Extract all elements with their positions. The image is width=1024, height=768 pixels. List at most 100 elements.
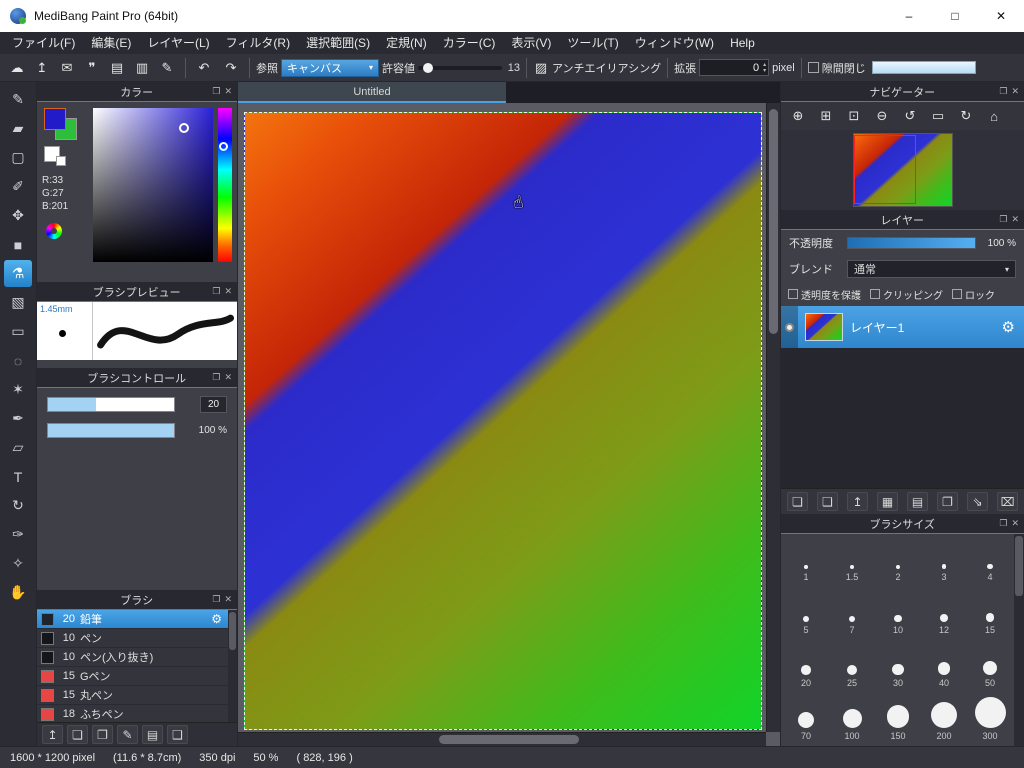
message-icon[interactable]: ❞ xyxy=(80,57,104,79)
brush-size-option[interactable]: 7 xyxy=(829,587,875,639)
brush-size-option[interactable]: 2 xyxy=(875,534,921,586)
brush-size-option[interactable]: 100 xyxy=(829,693,875,745)
duplicate-layer-icon[interactable]: ❑ xyxy=(817,492,838,511)
add-layer-icon[interactable]: ❏ xyxy=(787,492,808,511)
scrollbar-thumb[interactable] xyxy=(769,109,778,334)
pen-tool[interactable]: ✎ xyxy=(4,86,32,113)
brush-size-slider[interactable] xyxy=(47,397,175,412)
delete-layer-icon[interactable]: ⌧ xyxy=(997,492,1018,511)
copy-layer-icon[interactable]: ❐ xyxy=(937,492,958,511)
navigator-thumbnail[interactable] xyxy=(852,133,953,207)
brush-opacity-slider[interactable] xyxy=(47,423,175,438)
panel-close-icon[interactable]: ✕ xyxy=(224,372,232,383)
panel-close-icon[interactable]: ✕ xyxy=(1011,518,1019,529)
fill-shape-tool[interactable]: ■ xyxy=(4,231,32,258)
zoom-out-icon[interactable]: ⊖ xyxy=(869,104,895,128)
menu-filter[interactable]: フィルタ(R) xyxy=(218,32,298,54)
bucket-tool[interactable]: ⚗ xyxy=(4,260,32,287)
color-swatches[interactable] xyxy=(44,108,80,142)
reset-view-icon[interactable]: ⌂ xyxy=(981,104,1007,128)
gradient-tool[interactable]: ▧ xyxy=(4,289,32,316)
brush-size-option[interactable]: 20 xyxy=(783,640,829,692)
antialias-label[interactable]: アンチエイリアシング xyxy=(552,60,661,76)
rotate-ccw-icon[interactable]: ↺ xyxy=(897,104,923,128)
close-button[interactable]: ✕ xyxy=(978,0,1024,32)
select-tool[interactable]: ▭ xyxy=(4,318,32,345)
eyedropper-tool[interactable]: ✧ xyxy=(4,550,32,577)
panel-close-icon[interactable]: ✕ xyxy=(1011,86,1019,97)
brush-size-option[interactable]: 15 xyxy=(967,587,1013,639)
brush-size-value[interactable]: 20 xyxy=(200,396,227,413)
menu-edit[interactable]: 編集(E) xyxy=(83,32,139,54)
popout-icon[interactable]: ❐ xyxy=(999,518,1007,529)
menu-select[interactable]: 選択範囲(S) xyxy=(298,32,378,54)
canvas-vertical-scrollbar[interactable] xyxy=(766,103,780,732)
hand-tool[interactable]: ✋ xyxy=(4,579,32,606)
menu-ruler[interactable]: 定規(N) xyxy=(378,32,435,54)
document-icon[interactable]: ▤ xyxy=(105,57,129,79)
view-rectangle[interactable] xyxy=(854,134,917,204)
antialias-icon[interactable]: ▨ xyxy=(533,57,549,79)
brush-size-option[interactable]: 5 xyxy=(783,587,829,639)
popout-icon[interactable]: ❐ xyxy=(999,214,1007,225)
menu-view[interactable]: 表示(V) xyxy=(503,32,559,54)
brush-list-item[interactable]: 10 ペン xyxy=(37,629,228,648)
sv-cursor[interactable] xyxy=(179,123,189,134)
layer-row[interactable]: レイヤー1 ⚙ xyxy=(781,306,1024,348)
move-tool[interactable]: ✥ xyxy=(4,202,32,229)
add-brush-menu-icon[interactable]: ❐ xyxy=(92,725,113,744)
sub-color-swatch-small[interactable] xyxy=(56,156,66,166)
brush-size-option[interactable]: 10 xyxy=(875,587,921,639)
panel-close-icon[interactable]: ✕ xyxy=(1011,214,1019,225)
menu-window[interactable]: ウィンドウ(W) xyxy=(627,32,722,54)
operation-tool[interactable]: ↻ xyxy=(4,492,32,519)
popout-icon[interactable]: ❐ xyxy=(212,286,220,297)
scrollbar-thumb[interactable] xyxy=(229,612,236,650)
layer-thumbnail[interactable] xyxy=(805,313,843,341)
undo-button[interactable]: ↶ xyxy=(192,57,216,79)
cloud-icon[interactable]: ☁ xyxy=(5,57,29,79)
canvas-horizontal-scrollbar[interactable] xyxy=(238,732,766,746)
panel-close-icon[interactable]: ✕ xyxy=(224,594,232,605)
dot-pen-tool[interactable]: ✐ xyxy=(4,173,32,200)
menu-tool[interactable]: ツール(T) xyxy=(559,32,626,54)
gap-close-checkbox[interactable] xyxy=(807,62,819,73)
document-tab[interactable]: Untitled xyxy=(238,82,506,103)
foreground-color-swatch[interactable] xyxy=(44,108,66,130)
popout-icon[interactable]: ❐ xyxy=(212,86,220,97)
brush-size-option[interactable]: 1 xyxy=(783,534,829,586)
document-list-icon[interactable]: ▥ xyxy=(130,57,154,79)
import-layer-icon[interactable]: ↥ xyxy=(847,492,868,511)
magic-wand-tool[interactable]: ✶ xyxy=(4,376,32,403)
scrollbar-thumb[interactable] xyxy=(1015,536,1023,596)
minimize-button[interactable]: – xyxy=(886,0,932,32)
brush-size-option[interactable]: 300 xyxy=(967,693,1013,745)
saturation-value-picker[interactable] xyxy=(93,108,213,262)
spinner-arrows-icon[interactable]: ▴ ▾ xyxy=(763,62,766,74)
brush-list-scrollbar[interactable] xyxy=(228,610,237,722)
slider-knob[interactable] xyxy=(423,62,434,73)
figure-tool[interactable]: ▢ xyxy=(4,144,32,171)
brush-size-option[interactable]: 3 xyxy=(921,534,967,586)
brush-settings-icon[interactable]: ⚙ xyxy=(211,612,224,626)
scrollbar-thumb[interactable] xyxy=(438,735,579,744)
brush-size-option[interactable]: 1.5 xyxy=(829,534,875,586)
layer-opacity-slider[interactable] xyxy=(847,237,976,249)
expand-input[interactable]: 0 ▴ ▾ xyxy=(699,59,770,76)
gap-close-label[interactable]: 隙間閉じ xyxy=(822,60,866,76)
panel-close-icon[interactable]: ✕ xyxy=(224,286,232,297)
palette-icon[interactable] xyxy=(46,223,62,239)
brush-size-option[interactable]: 50 xyxy=(967,640,1013,692)
brush-size-option[interactable]: 12 xyxy=(921,587,967,639)
popout-icon[interactable]: ❐ xyxy=(212,594,220,605)
add-brush-icon[interactable]: ❏ xyxy=(67,725,88,744)
hue-slider[interactable] xyxy=(218,108,232,262)
popout-icon[interactable]: ❐ xyxy=(999,86,1007,97)
edit-post-icon[interactable]: ✎ xyxy=(155,57,179,79)
protect-alpha-checkbox[interactable]: 透明度を保護 xyxy=(788,287,861,302)
brush-size-option[interactable]: 25 xyxy=(829,640,875,692)
lock-checkbox[interactable]: ロック xyxy=(952,287,995,302)
menu-file[interactable]: ファイル(F) xyxy=(4,32,83,54)
brush-list-item[interactable]: 15 Gペン xyxy=(37,667,228,686)
rotate-cw-icon[interactable]: ↻ xyxy=(953,104,979,128)
